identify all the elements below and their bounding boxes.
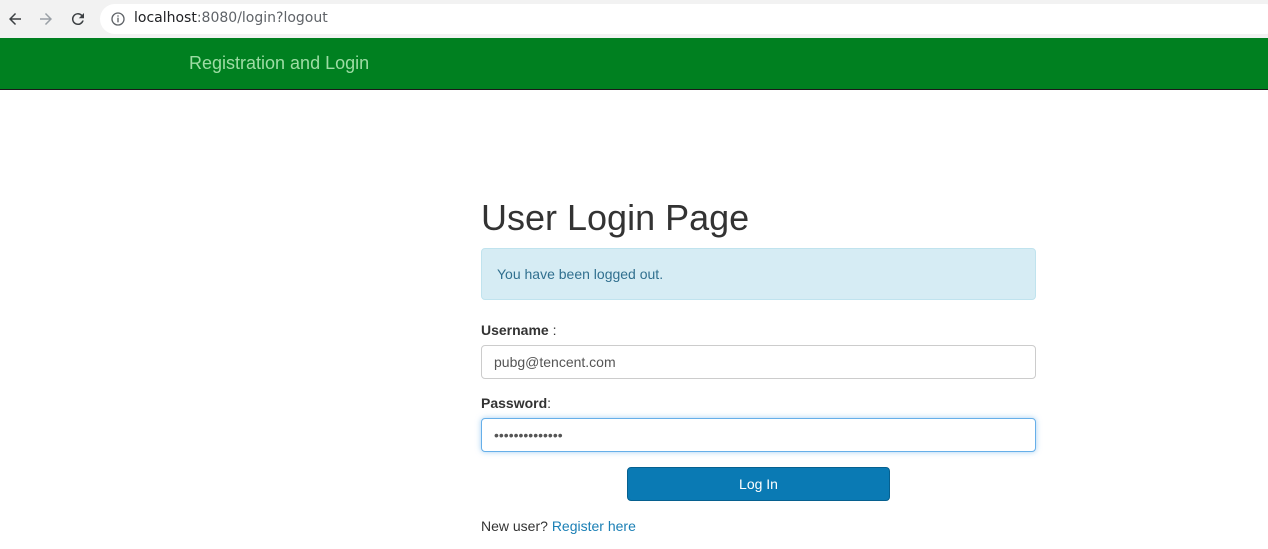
username-label: Username : — [481, 322, 557, 338]
username-input[interactable] — [481, 345, 1036, 379]
navbar-brand[interactable]: Registration and Login — [189, 53, 369, 74]
logout-alert: You have been logged out. — [481, 248, 1036, 300]
password-input[interactable] — [481, 418, 1036, 452]
register-prompt: New user? — [481, 518, 552, 534]
address-bar[interactable]: localhost:8080/login?logout — [100, 4, 1268, 34]
site-navbar: Registration and Login — [0, 38, 1268, 90]
password-label: Password: — [481, 395, 552, 411]
back-icon[interactable] — [5, 9, 25, 29]
register-line: New user? Register here — [481, 518, 1036, 534]
forward-icon[interactable] — [36, 9, 56, 29]
url-text: localhost:8080/login?logout — [134, 10, 328, 26]
reload-icon[interactable] — [68, 9, 88, 29]
browser-toolbar: localhost:8080/login?logout — [0, 0, 1268, 38]
info-icon[interactable] — [110, 11, 126, 27]
login-panel: User Login Page You have been logged out… — [481, 196, 1036, 534]
register-link[interactable]: Register here — [552, 518, 636, 534]
login-button[interactable]: Log In — [627, 467, 890, 501]
page-title: User Login Page — [481, 197, 750, 238]
